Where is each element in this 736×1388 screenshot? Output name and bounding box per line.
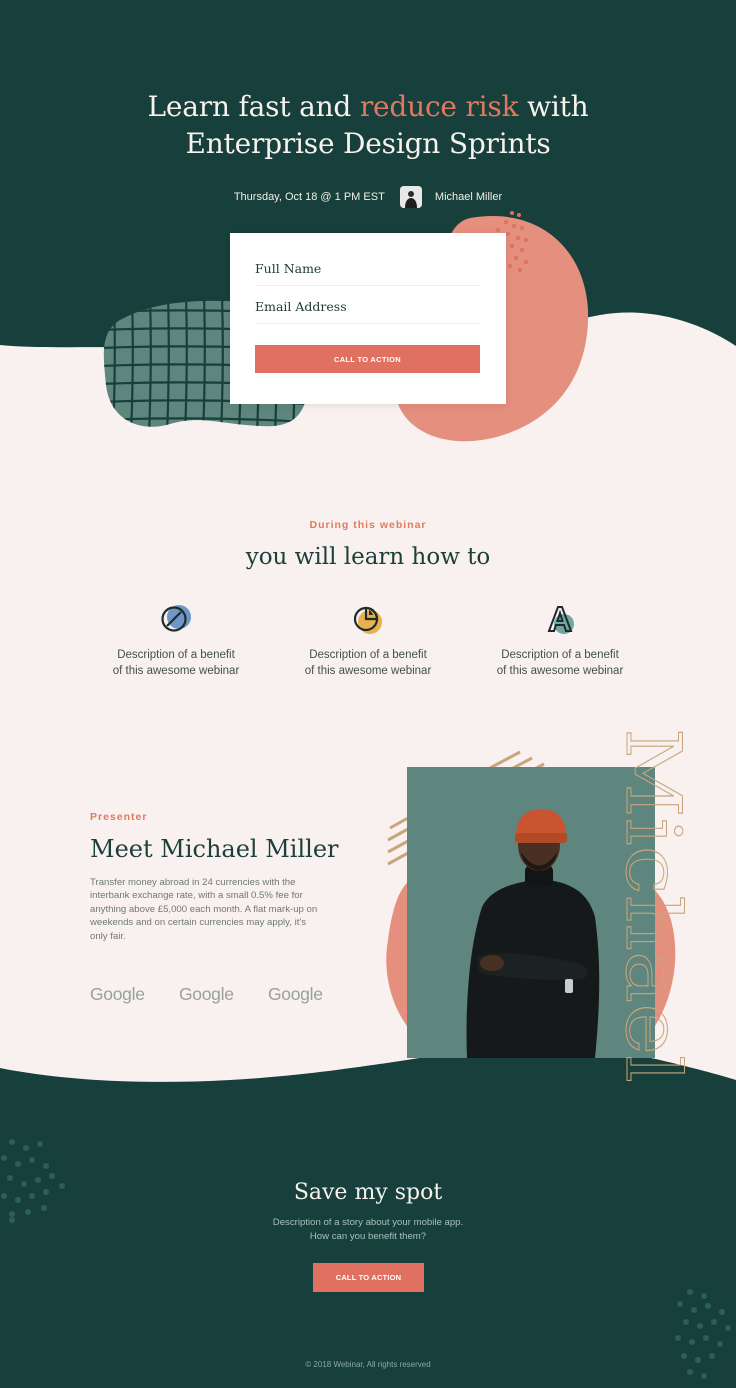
presenter-name: Michael Miller (434, 191, 503, 204)
vertical-name-text: Michael (615, 728, 698, 1083)
partner-logo: Google (90, 984, 145, 1004)
letter-a-icon (543, 603, 577, 637)
full-name-field[interactable]: Full Name (255, 253, 480, 286)
stripe-decoration-left (387, 816, 409, 866)
benefits-title: you will learn how to (245, 544, 491, 570)
form-submit-button[interactable]: CALL TO ACTION (255, 345, 480, 373)
cta-title: Save my spot (293, 1180, 443, 1205)
event-meta: Thursday, Oct 18 @ 1 PM EST Michael Mill… (0, 186, 736, 209)
webinar-landing-page: Learn fast and reduce risk with Enterpri… (0, 0, 736, 1388)
hero-title-line2: Enterprise Design Sprints (185, 127, 551, 160)
benefit-item: Description of a benefit of this awesome… (91, 603, 261, 679)
avatar (399, 186, 422, 209)
footer-copyright: © 2018 Webinar, All rights reserved (305, 1360, 431, 1369)
benefits-eyebrow: During this webinar (309, 519, 427, 531)
presenter-description: Transfer money abroad in 24 currencies w… (90, 877, 318, 942)
hero-title-accent: reduce risk (359, 90, 519, 123)
benefit-item: Description of a benefit of this awesome… (283, 603, 453, 679)
partner-logo: Google (179, 984, 234, 1004)
signup-form: Full Name Email Address CALL TO ACTION (230, 233, 506, 404)
hero-title: Learn fast and reduce risk with Enterpri… (0, 88, 736, 162)
vertical-name-decoration: Michael (615, 728, 699, 1084)
circle-slash-icon (159, 603, 193, 637)
cta-button[interactable]: CALL TO ACTION (313, 1263, 424, 1292)
cta-description: Description of a story about your mobile… (272, 1217, 464, 1242)
benefit-text: Description of a benefit of this awesome… (496, 649, 624, 677)
email-field[interactable]: Email Address (255, 291, 480, 324)
presenter-title: Meet Michael Miller (90, 835, 339, 863)
presenter-eyebrow: Presenter (90, 811, 148, 823)
benefit-text: Description of a benefit of this awesome… (112, 649, 240, 677)
hero-title-part1: Learn fast and (147, 90, 360, 123)
benefit-text: Description of a benefit of this awesome… (304, 649, 432, 677)
event-date: Thursday, Oct 18 @ 1 PM EST (233, 191, 385, 204)
pie-chart-icon (351, 603, 385, 637)
hero-title-part2: with (518, 90, 589, 123)
partner-logo: Google (268, 984, 323, 1004)
benefit-item: Description of a benefit of this awesome… (475, 603, 645, 679)
